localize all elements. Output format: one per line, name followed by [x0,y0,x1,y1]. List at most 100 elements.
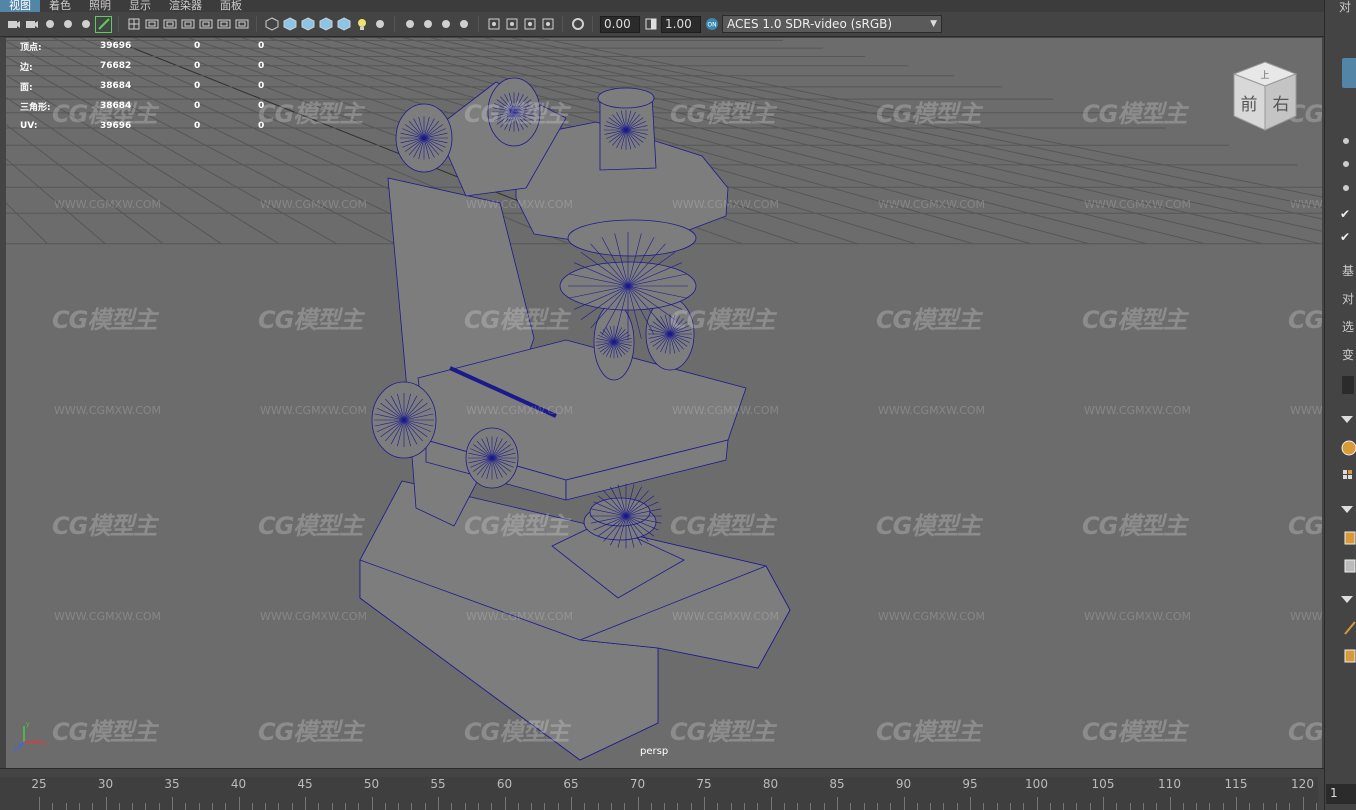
hud-value: 39696 [100,41,132,51]
gamma-icon[interactable] [643,17,658,32]
depth-of-field-icon[interactable] [456,17,471,32]
xray-icon[interactable] [504,17,519,32]
toolbar-separator [592,16,593,32]
field-chart-icon[interactable] [198,17,213,32]
menu-item[interactable]: 面板 [211,0,251,12]
time-tick [145,803,147,810]
time-tick [650,803,652,810]
watermark-url: WWW.CGMXW.COM [466,404,574,417]
time-tick [411,803,413,810]
grid-icon[interactable] [126,17,141,32]
menu-item[interactable]: 渲染器 [160,0,211,12]
time-tick [172,797,173,810]
checkbox-checked-icon[interactable]: ✔ [1340,230,1354,244]
microscope-model [359,77,791,761]
xray-active-icon[interactable] [540,17,555,32]
isolate-select-icon[interactable] [486,17,501,32]
exposure-icon[interactable] [570,17,585,32]
viewcube[interactable]: 上 前 右 [1230,60,1300,132]
radio-dot-icon[interactable] [1343,185,1349,191]
colorspace-toggle-icon[interactable]: ON [704,17,719,32]
watermark-logo: CG模型主 [670,718,775,746]
watermark-logo: CG模型主 [464,306,569,334]
collapse-arrow-icon[interactable] [1341,506,1353,513]
gamma-input[interactable] [661,15,701,33]
camera-icon[interactable] [6,17,21,32]
layers-icon[interactable] [1337,438,1356,458]
safe-title-icon[interactable] [234,17,249,32]
hud-label: 顶点: [20,42,42,53]
2d-pan-icon[interactable] [78,17,93,32]
hud-label: 边: [20,62,33,73]
time-tick [757,803,759,810]
time-tick-label: 25 [31,777,47,791]
stack-icon[interactable] [1337,556,1356,576]
time-tick-label: 90 [895,777,912,791]
use-lights-icon[interactable] [354,17,369,32]
wireframe-icon[interactable] [264,17,279,32]
time-tick [876,803,878,810]
hud-label: 面: [20,82,33,93]
time-tick [118,803,120,810]
brush-icon[interactable] [1337,618,1356,638]
radio-dot-icon[interactable] [1343,138,1349,144]
play-arrow-icon[interactable] [1342,376,1354,394]
side-panel-active-button[interactable] [1342,58,1356,88]
hud-a: 0 [194,101,201,111]
smooth-shade-icon[interactable] [282,17,297,32]
watermark-logo: CG模型主 [52,512,157,540]
grease-pencil-icon[interactable] [95,15,112,33]
xray-joints-icon[interactable] [522,17,537,32]
colorspace-dropdown[interactable]: ACES 1.0 SDR-video (sRGB) ▼ [722,15,942,33]
time-tick [158,803,160,810]
time-tick [996,803,998,810]
film-gate-icon[interactable] [144,17,159,32]
menu-item[interactable]: 视图 [0,0,40,12]
time-slider[interactable]: 25 30 35 40 45 50 55 60 65 70 75 80 85 90 95 100 105 110 1… [0,768,1324,810]
time-ruler[interactable]: 25 30 35 40 45 50 55 60 65 70 75 80 85 90 95 100 105 110 1… [0,777,1318,810]
radio-dot-icon[interactable] [1343,161,1349,167]
menu-item[interactable]: 显示 [120,0,160,12]
textured-icon[interactable] [336,17,351,32]
exposure-input[interactable] [600,15,640,33]
microscope-trinocular-top [597,87,655,109]
time-tick [730,803,732,810]
time-tick-label: 40 [230,777,247,791]
cube-orange-icon[interactable] [1337,528,1356,548]
bookmark-icon[interactable] [42,17,57,32]
flat-shade-icon[interactable] [300,17,315,32]
watermark-logo: CG模型主 [670,100,775,128]
svg-text:ON: ON [707,22,716,29]
watermark-url: WWW.CGMXW.COM [878,610,986,623]
viewcube-front-label: 前 [1241,95,1258,115]
watermark-url: WWW.CGMXW.COM [672,198,780,211]
collapse-arrow-icon[interactable] [1341,416,1353,423]
shadows-icon[interactable] [372,17,387,32]
watermark-logo: CG模型主 [52,718,157,746]
collapse-arrow-icon[interactable] [1341,596,1353,603]
image-plane-icon[interactable] [60,17,75,32]
watermark-url: WWW.CGMXW.COM [260,198,368,211]
wireframe-on-shaded-icon[interactable] [318,17,333,32]
motion-blur-icon[interactable] [420,17,435,32]
cube-orange-icon[interactable] [1337,646,1356,666]
menu-item[interactable]: 着色 [40,0,80,12]
current-frame-field[interactable]: 1 [1326,784,1356,804]
checkbox-checked-icon[interactable]: ✔ [1340,207,1354,221]
time-tick [105,797,107,810]
safe-action-icon[interactable] [216,17,231,32]
grid-tiles-icon[interactable] [1337,466,1356,486]
gate-mask-icon[interactable] [180,17,195,32]
side-panel-label: 选 [1342,320,1355,334]
ambient-occlusion-icon[interactable] [402,17,417,32]
time-tick [571,797,572,810]
3d-viewport[interactable]: CG模型主 WWW.CGMXW.COM CG模型主 WWW.CGMXW.COM CG模型… [6,38,1322,768]
antialiasing-icon[interactable] [438,17,453,32]
time-tick [278,803,280,810]
time-tick [956,803,958,810]
watermark-url: WWW.CGMXW.COM [54,404,162,417]
time-tick [531,803,533,810]
resolution-gate-icon[interactable] [162,17,177,32]
menu-item[interactable]: 照明 [80,0,120,12]
camera-attributes-icon[interactable] [24,17,39,32]
